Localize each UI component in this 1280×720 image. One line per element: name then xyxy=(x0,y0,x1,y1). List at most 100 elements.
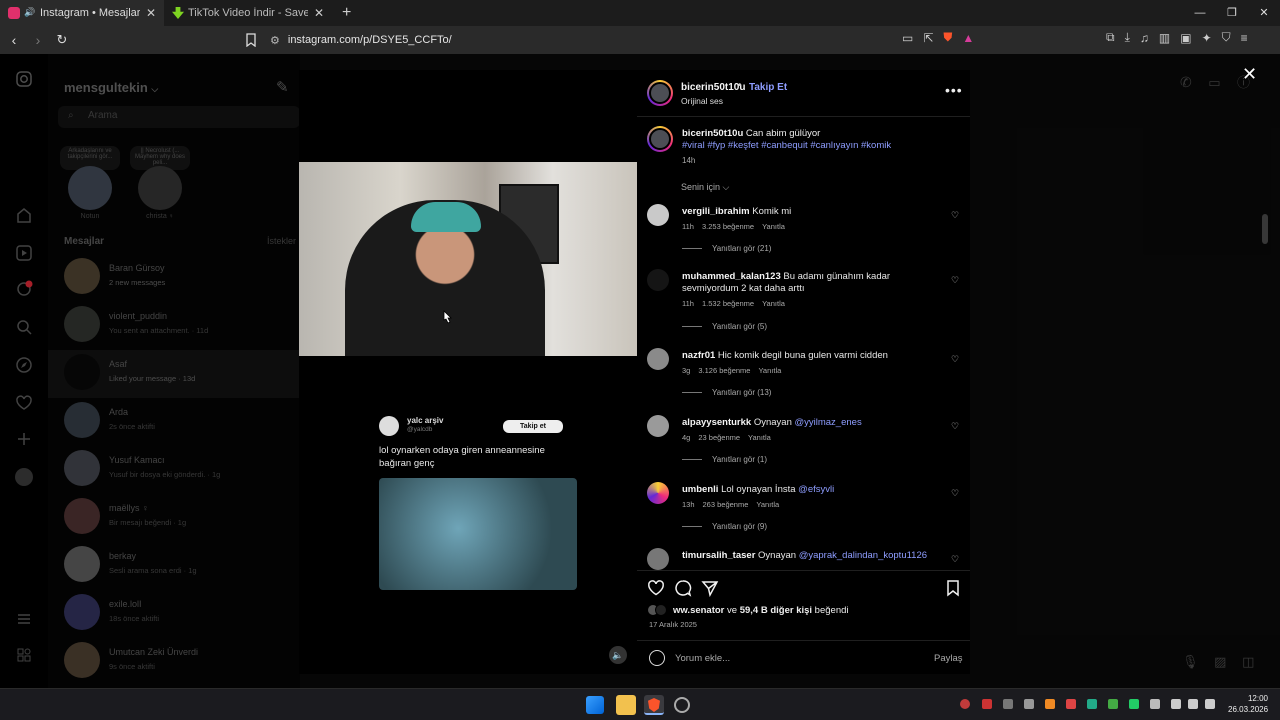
likes-user[interactable]: ww.senator xyxy=(673,605,724,616)
follow-button[interactable]: Takip Et xyxy=(749,82,787,93)
more-options-icon[interactable]: ••• xyxy=(945,82,963,98)
close-window-icon[interactable]: ✕ xyxy=(1248,0,1280,26)
comment-likes[interactable]: 1.532 beğenme xyxy=(702,299,754,308)
avatar[interactable] xyxy=(647,126,673,152)
tray-app-icon[interactable] xyxy=(1003,699,1013,709)
media-icon[interactable]: ♫ xyxy=(1140,31,1149,45)
leo-ai-icon[interactable]: ✦ xyxy=(1202,31,1212,45)
avatar[interactable] xyxy=(647,204,669,226)
tray-app-icon[interactable] xyxy=(1066,699,1076,709)
share-icon[interactable]: ⇱ xyxy=(923,31,933,45)
share-paper-plane-icon[interactable] xyxy=(701,579,719,597)
comment-username[interactable]: vergili_ibrahim xyxy=(682,206,750,217)
bookmark-icon[interactable] xyxy=(244,33,258,47)
brave-rewards-icon[interactable]: ▲ xyxy=(962,31,974,45)
comment-likes[interactable]: 263 beğenme xyxy=(703,500,749,509)
tray-app-icon[interactable] xyxy=(1024,699,1034,709)
mic-tray-icon[interactable] xyxy=(1150,699,1160,709)
avatar[interactable] xyxy=(647,415,669,437)
comment-likes[interactable]: 3.126 beğenme xyxy=(698,366,750,375)
tray-app-icon[interactable] xyxy=(1045,699,1055,709)
comment-input[interactable]: Yorum ekle... xyxy=(675,653,730,664)
minimize-icon[interactable]: — xyxy=(1184,0,1216,26)
mute-toggle-icon[interactable]: 🔈 xyxy=(609,646,627,664)
sidebar-icon[interactable]: ▥ xyxy=(1159,31,1170,45)
heart-icon[interactable]: ♡ xyxy=(951,421,961,431)
likes-summary[interactable]: ww.senator ve 59,4 B diğer kişi beğendi xyxy=(647,604,849,616)
heart-icon[interactable]: ♡ xyxy=(951,275,961,285)
reply-link[interactable]: Yanıtla xyxy=(758,366,781,375)
download-icon[interactable]: ⤓ xyxy=(1125,30,1130,45)
comment-username[interactable]: alpayysenturkk xyxy=(682,417,751,428)
reply-link[interactable]: Yanıtla xyxy=(756,500,779,509)
avatar[interactable] xyxy=(647,548,669,570)
comment-mention[interactable]: @yaprak_dalindan_koptu1126 xyxy=(799,550,927,561)
like-heart-icon[interactable] xyxy=(647,579,665,597)
vpn-icon[interactable]: ⛉ xyxy=(1222,30,1231,45)
file-explorer-icon[interactable] xyxy=(616,695,636,715)
tray-app-icon[interactable] xyxy=(1108,699,1118,709)
close-modal-icon[interactable]: ✕ xyxy=(1242,64,1257,85)
network-icon[interactable] xyxy=(1171,699,1181,709)
comment-likes[interactable]: 3.253 beğenme xyxy=(702,222,754,231)
site-info-icon[interactable]: ⚙ xyxy=(270,34,280,47)
avatar[interactable] xyxy=(647,348,669,370)
tab-tiktok[interactable]: TikTok Video İndir - SaveFrom ile Ücr ✕ xyxy=(164,0,332,26)
cast-icon[interactable]: ▭ xyxy=(902,31,913,45)
likes-count[interactable]: 59,4 B diğer kişi xyxy=(740,605,812,616)
forward-icon[interactable]: › xyxy=(28,32,48,48)
brave-shield-icon[interactable]: ⛊ xyxy=(943,30,952,45)
close-tab-icon[interactable]: ✕ xyxy=(146,6,156,20)
tray-app-icon[interactable] xyxy=(960,699,970,709)
brave-browser-icon[interactable] xyxy=(644,695,664,715)
post-comment-button[interactable]: Paylaş xyxy=(934,653,963,664)
url-field[interactable]: ⚙ instagram.com/p/DSYE5_CCFTo/ xyxy=(244,29,992,51)
emoji-icon[interactable] xyxy=(649,650,665,666)
taskbar-clock[interactable]: 12:00 26.03.2026 xyxy=(1228,693,1268,715)
reel-video-player[interactable]: yalc arşiv @yalcdb Takip et lol oynarken… xyxy=(299,70,637,674)
extensions-icon[interactable]: ⧉ xyxy=(1106,30,1115,45)
heart-icon[interactable]: ♡ xyxy=(951,354,961,364)
wallet-icon[interactable]: ▣ xyxy=(1180,31,1191,45)
audio-playing-icon[interactable]: 🔊 xyxy=(24,7,36,19)
heart-icon[interactable]: ♡ xyxy=(951,488,961,498)
url-text[interactable]: instagram.com/p/DSYE5_CCFTo/ xyxy=(288,34,452,46)
comment-likes[interactable]: 23 beğenme xyxy=(698,433,740,442)
tab-instagram[interactable]: 🔊 Instagram • Mesajlar ✕ xyxy=(0,0,164,26)
author-avatar[interactable] xyxy=(647,80,673,106)
heart-icon[interactable]: ♡ xyxy=(951,210,961,220)
battery-icon[interactable] xyxy=(1205,699,1215,709)
comment-username[interactable]: muhammed_kalan123 xyxy=(682,271,781,282)
original-audio-link[interactable]: Orijinal ses xyxy=(681,96,723,106)
save-bookmark-icon[interactable] xyxy=(944,579,962,597)
comment-icon[interactable] xyxy=(674,579,692,597)
comment-username[interactable]: umbenli xyxy=(682,484,718,495)
comment-mention[interactable]: @efsyvli xyxy=(798,484,834,495)
reply-link[interactable]: Yanıtla xyxy=(762,299,785,308)
new-tab-button[interactable]: + xyxy=(332,0,361,26)
view-replies-link[interactable]: Yanıtları gör (5) xyxy=(682,322,767,331)
tray-app-icon[interactable] xyxy=(982,699,992,709)
view-replies-link[interactable]: Yanıtları gör (21) xyxy=(682,244,771,253)
avatar[interactable] xyxy=(647,269,669,291)
comment-mention[interactable]: @yyilmaz_enes xyxy=(795,417,862,428)
view-replies-link[interactable]: Yanıtları gör (13) xyxy=(682,388,771,397)
close-tab-icon[interactable]: ✕ xyxy=(314,6,324,20)
volume-icon[interactable] xyxy=(1188,699,1198,709)
menu-icon[interactable]: ≡ xyxy=(1241,31,1248,45)
restore-icon[interactable]: ❐ xyxy=(1216,0,1248,26)
tray-app-icon[interactable] xyxy=(1087,699,1097,709)
steam-icon[interactable] xyxy=(674,697,690,713)
windows-start-icon[interactable] xyxy=(586,696,604,714)
author-username[interactable]: bicerin50t10u xyxy=(681,82,745,93)
back-icon[interactable]: ‹ xyxy=(4,32,24,48)
tray-app-icon[interactable] xyxy=(1129,699,1139,709)
reply-link[interactable]: Yanıtla xyxy=(762,222,785,231)
heart-icon[interactable]: ♡ xyxy=(951,554,961,564)
reply-link[interactable]: Yanıtla xyxy=(748,433,771,442)
caption-hashtags[interactable]: #viral #fyp #keşfet #canbequit #canlıyay… xyxy=(682,140,891,151)
avatar[interactable] xyxy=(647,482,669,504)
view-replies-link[interactable]: Yanıtları gör (1) xyxy=(682,455,767,464)
view-replies-link[interactable]: Yanıtları gör (9) xyxy=(682,522,767,531)
reload-icon[interactable]: ↻ xyxy=(52,32,72,48)
